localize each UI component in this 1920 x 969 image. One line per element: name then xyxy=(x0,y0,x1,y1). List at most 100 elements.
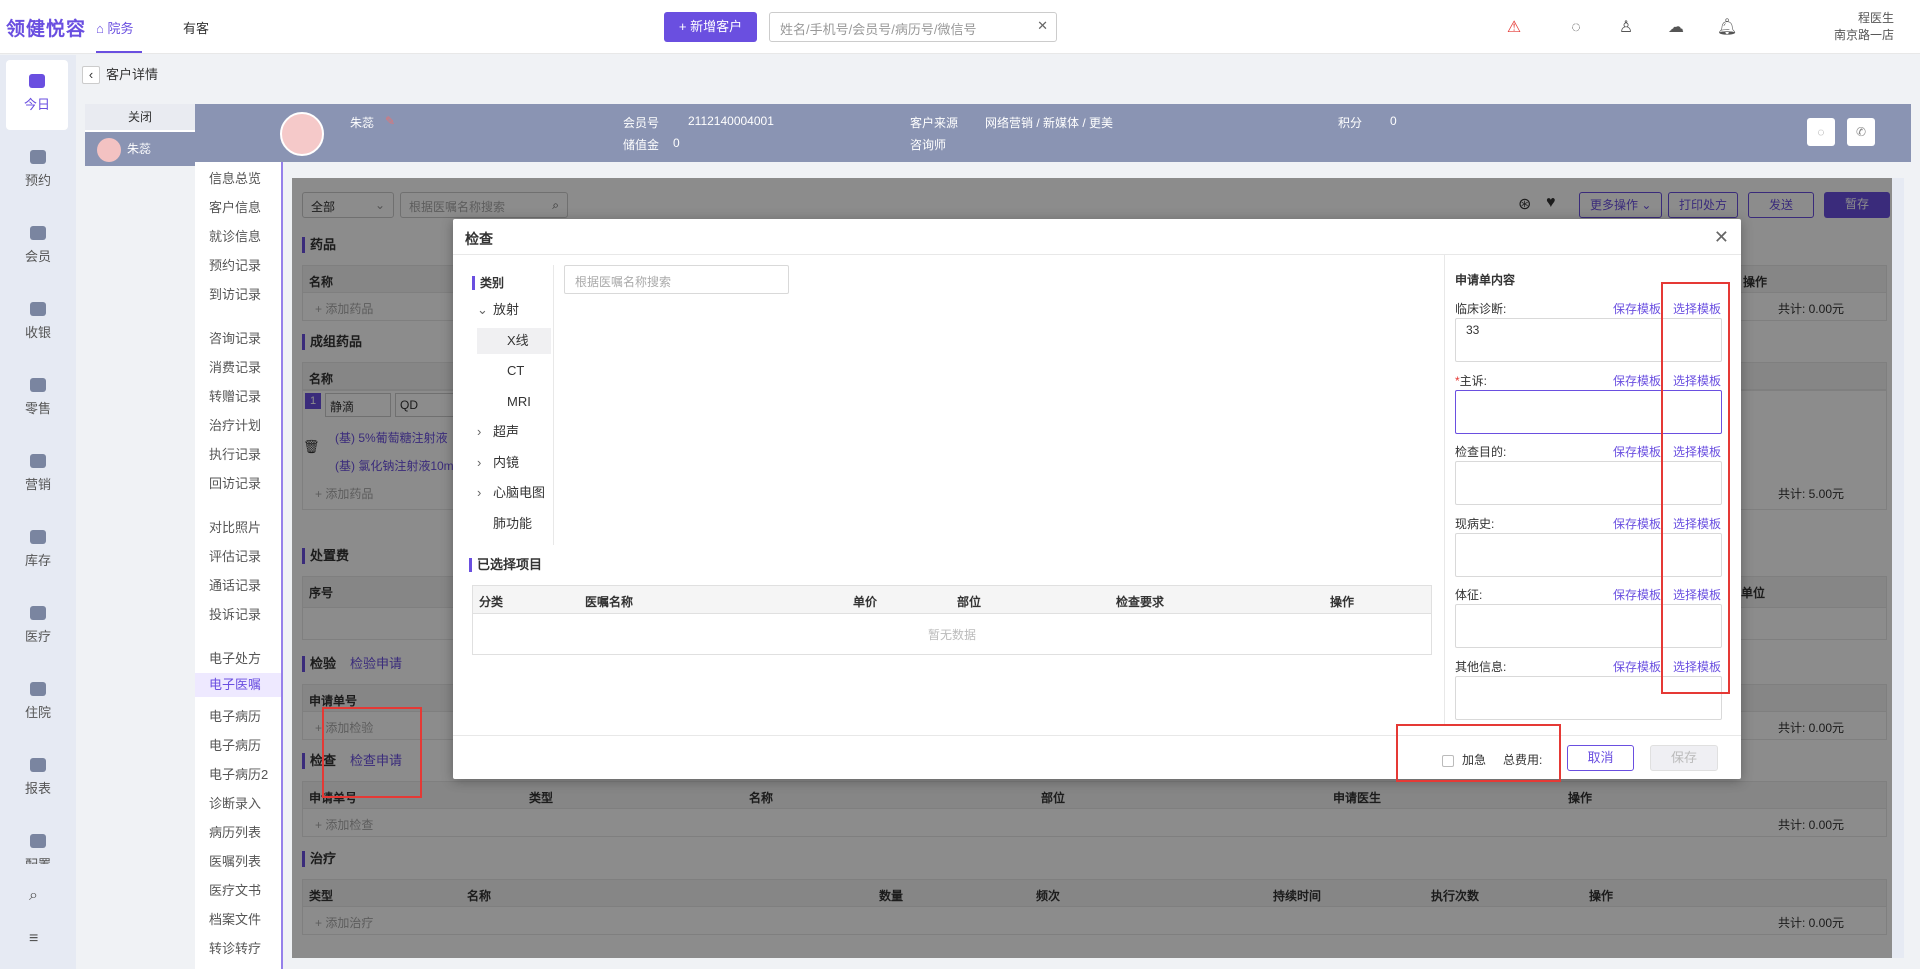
bell-icon[interactable]: 🔔︎ xyxy=(1716,17,1738,39)
left-menu-item[interactable]: 治疗计划 xyxy=(209,415,261,434)
nav-tab-yuanwu[interactable]: ⌂ 院务 xyxy=(96,18,142,53)
phone-icon[interactable]: ✆ xyxy=(1847,118,1875,146)
field-textarea[interactable] xyxy=(1455,676,1722,720)
col-order-name: 医嘱名称 xyxy=(585,595,634,609)
left-menu-item[interactable]: 诊断录入 xyxy=(209,793,261,812)
bag-icon xyxy=(30,378,46,392)
search-icon[interactable]: ⌕ xyxy=(29,887,38,905)
modal-footer xyxy=(453,735,1741,779)
field-textarea[interactable] xyxy=(1455,461,1722,505)
sidebar-label: 会员 xyxy=(24,249,51,264)
wechat-icon[interactable]: ◌ xyxy=(1565,17,1587,39)
alarm-icon[interactable]: ⚠ xyxy=(1503,17,1525,39)
left-menu-item[interactable]: 客户信息 xyxy=(209,197,261,216)
left-menu-item[interactable]: 电子病历 xyxy=(209,735,261,754)
left-menu-item[interactable]: 预约记录 xyxy=(209,255,261,274)
tree-node[interactable]: › 肺功能 xyxy=(477,511,551,537)
customer-header: 朱蕊 ✎ 会员号 2112140004001 储值金 0 客户来源 网络营销 /… xyxy=(195,104,1911,162)
sidebar-item-appointment[interactable]: 预约 xyxy=(0,136,76,206)
clear-icon[interactable]: ✕ xyxy=(1037,18,1048,34)
sidebar-item-inventory[interactable]: 库存 xyxy=(0,516,76,586)
back-icon[interactable]: ‹ xyxy=(82,66,100,84)
left-menu-item[interactable]: 对比照片 xyxy=(209,517,261,536)
sidebar-item-config[interactable]: 配置 xyxy=(0,820,76,864)
select-template-link[interactable]: 选择模板 xyxy=(1673,300,1721,317)
tree-node[interactable]: › 心脑电图 xyxy=(477,480,551,506)
customer-search-input[interactable]: 姓名/手机号/会员号/病历号/微信号 ✕ xyxy=(769,12,1057,42)
left-menu-item[interactable]: 咨询记录 xyxy=(209,328,261,347)
tree-node[interactable]: X线 xyxy=(477,327,551,354)
sidebar-item-marketing[interactable]: 营销 xyxy=(0,440,76,510)
tree-node[interactable]: ⌄ 放射 xyxy=(477,297,551,323)
sidebar-item-medical[interactable]: 医疗 xyxy=(0,592,76,662)
user-icon[interactable]: ♙ xyxy=(1615,17,1637,39)
breadcrumb: ‹ 客户详情 xyxy=(82,64,158,84)
left-menu-item[interactable]: 就诊信息 xyxy=(209,226,261,245)
sidebar-item-member[interactable]: 会员 xyxy=(0,212,76,282)
sidebar-item-cashier[interactable]: 收银 xyxy=(0,288,76,358)
left-menu-item[interactable]: 电子病历2 xyxy=(209,764,268,783)
close-tab-button[interactable]: 关闭 xyxy=(85,104,195,130)
left-menu-item[interactable]: 转赠记录 xyxy=(209,386,261,405)
nav-tab-youke[interactable]: 有客 xyxy=(183,18,209,37)
sidebar-item-hospital[interactable]: 住院 xyxy=(0,668,76,738)
tree-node[interactable]: CT xyxy=(477,358,551,384)
left-menu-item[interactable]: 执行记录 xyxy=(209,444,261,463)
customer-tab[interactable]: 朱蕊 xyxy=(85,132,195,166)
cancel-button[interactable]: 取消 xyxy=(1567,745,1634,771)
sidebar-item-report[interactable]: 报表 xyxy=(0,744,76,814)
field-textarea[interactable] xyxy=(1455,390,1722,434)
save-template-link[interactable]: 保存模板 xyxy=(1613,515,1661,532)
select-template-link[interactable]: 选择模板 xyxy=(1673,586,1721,603)
field-label: 体征: xyxy=(1455,586,1482,603)
left-menu-item[interactable]: 电子处方 xyxy=(209,648,261,667)
field-label-text: 检查目的: xyxy=(1455,445,1507,459)
left-menu-item[interactable]: 回访记录 xyxy=(209,473,261,492)
member-icon xyxy=(30,226,46,240)
clinic-name: 南京路一店 xyxy=(1833,28,1894,42)
select-template-link[interactable]: 选择模板 xyxy=(1673,515,1721,532)
field-textarea[interactable]: 33 xyxy=(1455,318,1722,362)
save-button[interactable]: 保存 xyxy=(1650,745,1718,771)
left-menu-item[interactable]: 投诉记录 xyxy=(209,604,261,623)
tree-node[interactable]: MRI xyxy=(477,389,551,415)
scrollbar[interactable] xyxy=(1892,178,1904,958)
tree-node[interactable]: › 超声 xyxy=(477,419,551,445)
menu-icon[interactable]: ≡ xyxy=(29,930,38,948)
save-template-link[interactable]: 保存模板 xyxy=(1613,300,1661,317)
left-menu-item[interactable]: 通话记录 xyxy=(209,575,261,594)
save-template-link[interactable]: 保存模板 xyxy=(1613,586,1661,603)
urgent-checkbox[interactable]: 加急 xyxy=(1442,751,1486,768)
left-menu-item[interactable]: 医疗文书 xyxy=(209,880,261,899)
left-menu-item[interactable]: 到访记录 xyxy=(209,284,261,303)
sidebar-item-retail[interactable]: 零售 xyxy=(0,364,76,434)
left-menu-item[interactable]: 医嘱列表 xyxy=(209,851,261,870)
save-template-link[interactable]: 保存模板 xyxy=(1613,372,1661,389)
left-menu-item[interactable]: 电子医嘱 xyxy=(195,673,281,697)
save-template-link[interactable]: 保存模板 xyxy=(1613,658,1661,675)
left-menu-item[interactable]: 电子病历 xyxy=(209,706,261,725)
close-icon[interactable]: ✕ xyxy=(1714,227,1729,248)
select-template-link[interactable]: 选择模板 xyxy=(1673,372,1721,389)
modal-search-input[interactable]: 根据医嘱名称搜索 xyxy=(564,265,789,294)
left-menu-item[interactable]: 评估记录 xyxy=(209,546,261,565)
sidebar-item-today[interactable]: 今日 xyxy=(6,60,68,130)
checkbox[interactable] xyxy=(1442,754,1454,767)
save-template-link[interactable]: 保存模板 xyxy=(1613,443,1661,460)
left-menu-item[interactable]: 转诊转疗 xyxy=(209,938,261,957)
left-menu-item[interactable]: 信息总览 xyxy=(209,168,261,187)
wechat-contact-icon[interactable]: ◌ xyxy=(1807,118,1835,146)
field-textarea[interactable] xyxy=(1455,604,1722,648)
left-menu-item[interactable]: 病历列表 xyxy=(209,822,261,841)
user-menu[interactable]: 程医生 南京路一店 xyxy=(1834,10,1894,44)
edit-icon[interactable]: ✎ xyxy=(385,114,395,128)
left-menu-item[interactable]: 消费记录 xyxy=(209,357,261,376)
field-textarea[interactable] xyxy=(1455,533,1722,577)
select-template-link[interactable]: 选择模板 xyxy=(1673,658,1721,675)
selected-items-table: 分类 医嘱名称 单价 部位 检查要求 操作 暂无数据 xyxy=(472,585,1432,655)
tree-node[interactable]: › 内镜 xyxy=(477,450,551,476)
select-template-link[interactable]: 选择模板 xyxy=(1673,443,1721,460)
left-menu-item[interactable]: 档案文件 xyxy=(209,909,261,928)
add-customer-button[interactable]: + 新增客户 xyxy=(664,12,757,42)
cloud-icon[interactable]: ☁ xyxy=(1665,17,1687,39)
